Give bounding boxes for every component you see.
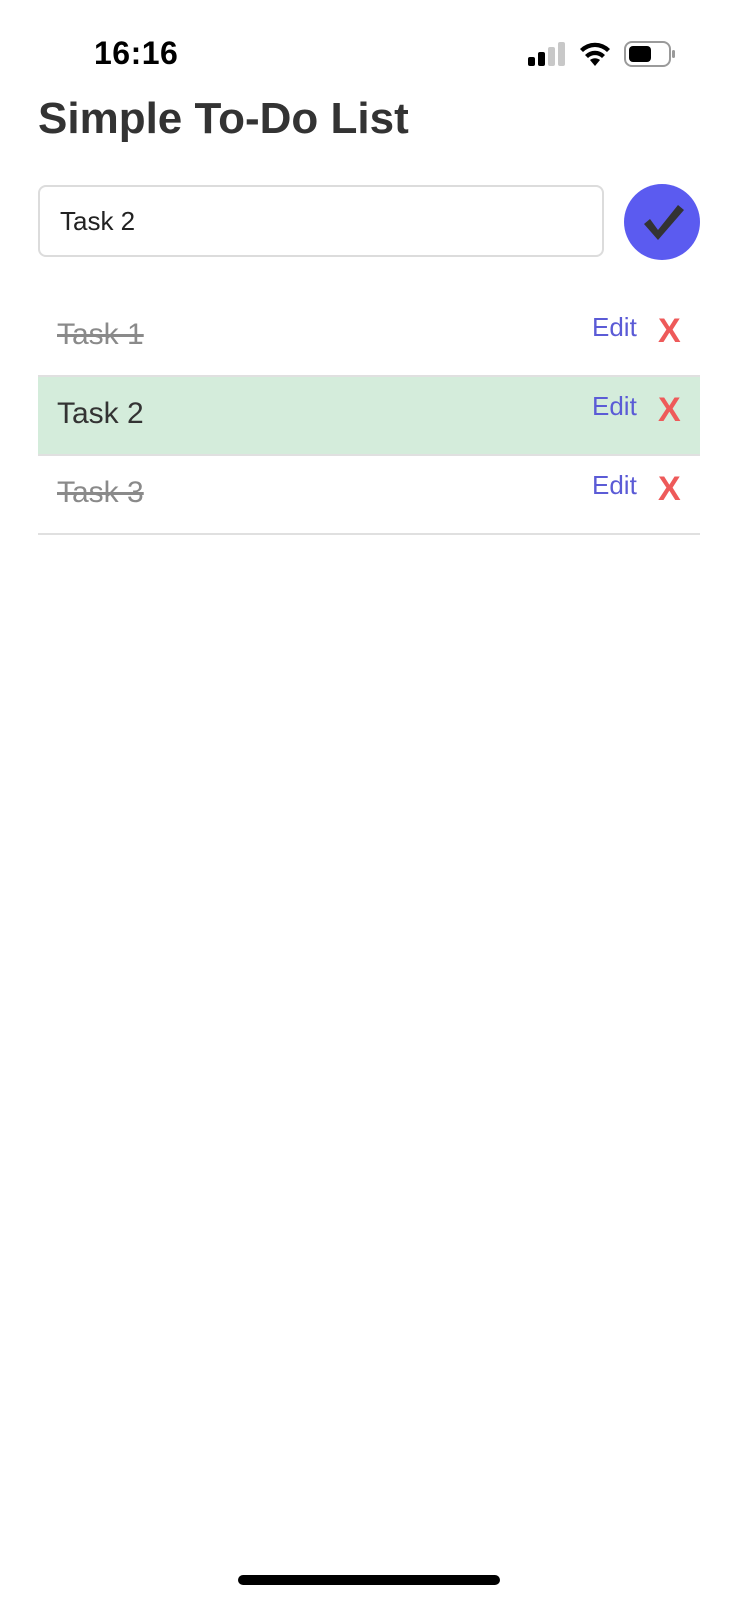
home-indicator[interactable] <box>238 1575 500 1585</box>
status-bar: 16:16 <box>0 0 738 100</box>
submit-task-button[interactable] <box>624 184 700 260</box>
delete-button[interactable]: X <box>658 470 681 509</box>
task-list: Task 1 Edit X Task 2 Edit X Task 3 Edit X <box>38 298 700 535</box>
task-item[interactable]: Task 3 Edit X <box>38 456 700 535</box>
delete-button[interactable]: X <box>658 391 681 430</box>
edit-button[interactable]: Edit <box>592 312 637 343</box>
battery-icon <box>624 41 675 67</box>
task-text[interactable]: Task 3 <box>57 476 144 510</box>
cellular-signal-icon <box>528 42 565 66</box>
task-text[interactable]: Task 1 <box>57 318 144 352</box>
task-input[interactable] <box>38 185 604 257</box>
status-time: 16:16 <box>94 35 179 71</box>
edit-button[interactable]: Edit <box>592 470 637 501</box>
task-item[interactable]: Task 2 Edit X <box>38 377 700 456</box>
wifi-icon <box>580 42 610 66</box>
page-title: Simple To-Do List <box>38 94 409 143</box>
task-item[interactable]: Task 1 Edit X <box>38 298 700 377</box>
checkmark-icon <box>644 205 684 240</box>
app-screen: 16:16 Simple To-Do List Task 1EditXTask … <box>0 0 738 1600</box>
edit-button[interactable]: Edit <box>592 391 637 422</box>
delete-button[interactable]: X <box>658 312 681 351</box>
task-text[interactable]: Task 2 <box>57 397 144 431</box>
